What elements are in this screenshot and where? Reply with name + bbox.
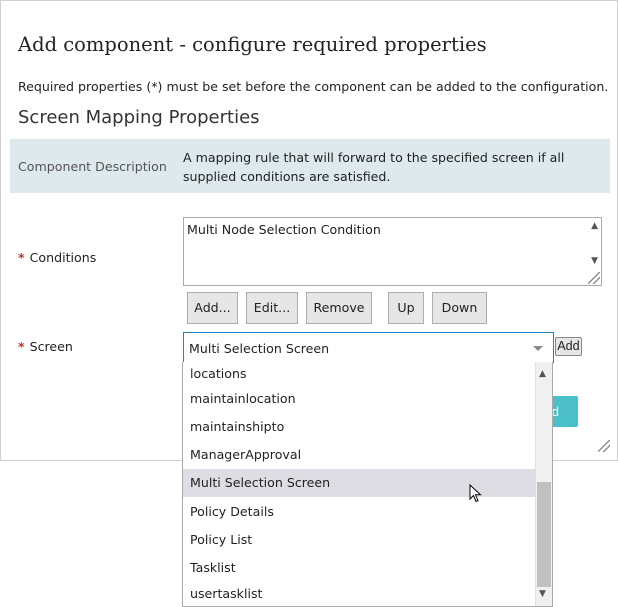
dropdown-option[interactable]: ManagerApproval [183, 441, 536, 469]
scroll-down-arrow-icon[interactable]: ▼ [591, 256, 598, 266]
conditions-label-text: Conditions [29, 250, 97, 265]
conditions-list[interactable]: Multi Node Selection Condition ▲ ▼ [183, 217, 602, 286]
instructions-text: Required properties (*) must be set befo… [18, 79, 609, 94]
scroll-down-arrow-icon[interactable]: ▼ [539, 589, 546, 599]
dropdown-option[interactable]: Policy List [183, 526, 536, 554]
screen-label: * Screen [18, 339, 73, 354]
conditions-label: * Conditions [18, 250, 96, 265]
dropdown-option-highlighted[interactable]: Multi Selection Screen [183, 469, 536, 497]
edit-condition-button[interactable]: Edit... [246, 292, 298, 324]
resize-grip-icon[interactable] [598, 440, 610, 452]
resize-grip-icon[interactable] [588, 272, 600, 284]
mouse-pointer-icon [469, 484, 482, 503]
component-description-row: Component Description A mapping rule tha… [10, 139, 610, 193]
dialog-title: Add component - configure required prope… [18, 33, 487, 56]
component-description-label: Component Description [18, 159, 167, 174]
section-title: Screen Mapping Properties [18, 107, 260, 128]
dropdown-option[interactable]: usertasklist [183, 580, 536, 606]
dropdown-option[interactable]: maintainshipto [183, 413, 536, 441]
screen-select[interactable]: Multi Selection Screen [183, 332, 554, 363]
scroll-up-arrow-icon[interactable]: ▲ [539, 369, 546, 379]
screen-dropdown-list[interactable]: locations maintainlocation maintainshipt… [182, 362, 553, 607]
chevron-down-icon[interactable] [533, 346, 543, 351]
scroll-up-arrow-icon[interactable]: ▲ [591, 221, 598, 231]
dropdown-option[interactable]: maintainlocation [183, 385, 536, 413]
component-description-value: A mapping rule that will forward to the … [183, 150, 565, 184]
move-down-button[interactable]: Down [432, 292, 487, 324]
dropdown-scrollbar[interactable]: ▲ ▼ [535, 362, 552, 606]
screen-label-text: Screen [29, 339, 73, 354]
required-star: * [18, 250, 25, 265]
add-condition-button[interactable]: Add... [187, 292, 238, 324]
add-screen-button[interactable]: Add [555, 337, 582, 356]
screen-select-value[interactable]: Multi Selection Screen [189, 341, 329, 356]
required-star: * [18, 339, 25, 354]
dropdown-option[interactable]: Tasklist [183, 554, 536, 582]
conditions-list-item[interactable]: Multi Node Selection Condition [187, 222, 381, 237]
scrollbar-thumb[interactable] [537, 482, 551, 587]
remove-condition-button[interactable]: Remove [306, 292, 372, 324]
move-up-button[interactable]: Up [388, 292, 424, 324]
dropdown-option[interactable]: Policy Details [183, 498, 536, 526]
